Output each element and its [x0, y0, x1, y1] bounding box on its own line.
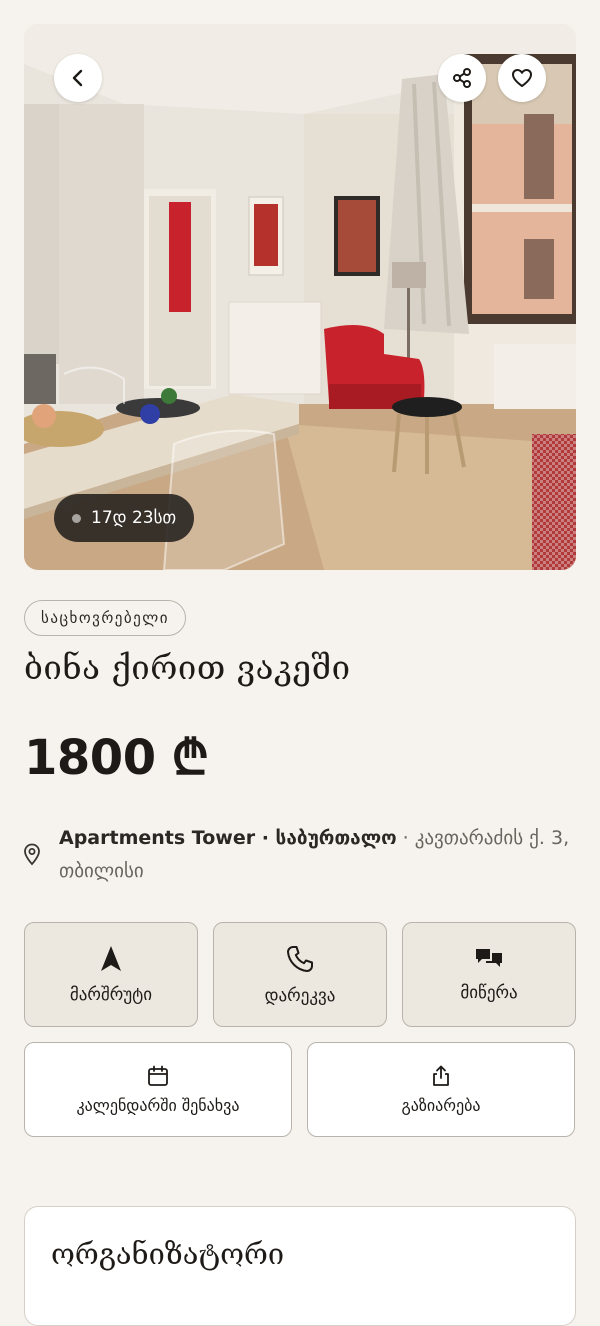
share-button[interactable]: გაზიარება: [307, 1042, 575, 1137]
listing-photo[interactable]: 17დ 23სთ: [24, 24, 576, 570]
category-tag[interactable]: საცხოვრებელი: [24, 600, 187, 636]
route-button[interactable]: მარშრუტი: [24, 922, 198, 1027]
listing-title: ბინა ქირით ვაკეში: [24, 648, 351, 687]
map-pin-icon: [24, 843, 40, 866]
venue-name: Apartments Tower · საბურთალო: [59, 827, 397, 849]
phone-icon: [287, 945, 313, 972]
calendar-label: კალენდარში შენახვა: [76, 1096, 240, 1115]
heart-icon: [512, 69, 532, 87]
listing-price: 1800 ₾: [24, 730, 209, 786]
call-label: დარეკვა: [264, 985, 336, 1006]
share-icon: [453, 68, 471, 88]
route-label: მარშრუტი: [69, 984, 153, 1005]
time-remaining-label: 17დ 23სთ: [91, 508, 177, 528]
favorite-button[interactable]: [498, 54, 546, 102]
organizer-heading: ორგანიზატორი: [51, 1237, 285, 1271]
back-button[interactable]: [54, 54, 102, 102]
calendar-icon: [148, 1065, 168, 1086]
navigation-arrow-icon: [101, 945, 121, 971]
location-text[interactable]: Apartments Tower · საბურთალო · კავთარაძი…: [59, 822, 579, 888]
share-photo-button[interactable]: [438, 54, 486, 102]
call-button[interactable]: დარეკვა: [213, 922, 387, 1027]
time-remaining-badge: 17დ 23სთ: [54, 494, 195, 542]
message-label: მიწერა: [460, 982, 518, 1003]
apartment-photo: [24, 24, 576, 570]
share-upload-icon: [433, 1065, 449, 1086]
chat-icon: [476, 948, 502, 967]
share-label: გაზიარება: [401, 1096, 481, 1115]
status-dot: [72, 513, 81, 523]
chevron-left-icon: [72, 69, 83, 87]
save-to-calendar-button[interactable]: კალენდარში შენახვა: [24, 1042, 292, 1137]
message-button[interactable]: მიწერა: [402, 922, 576, 1027]
organizer-card: ორგანიზატორი: [24, 1206, 576, 1326]
